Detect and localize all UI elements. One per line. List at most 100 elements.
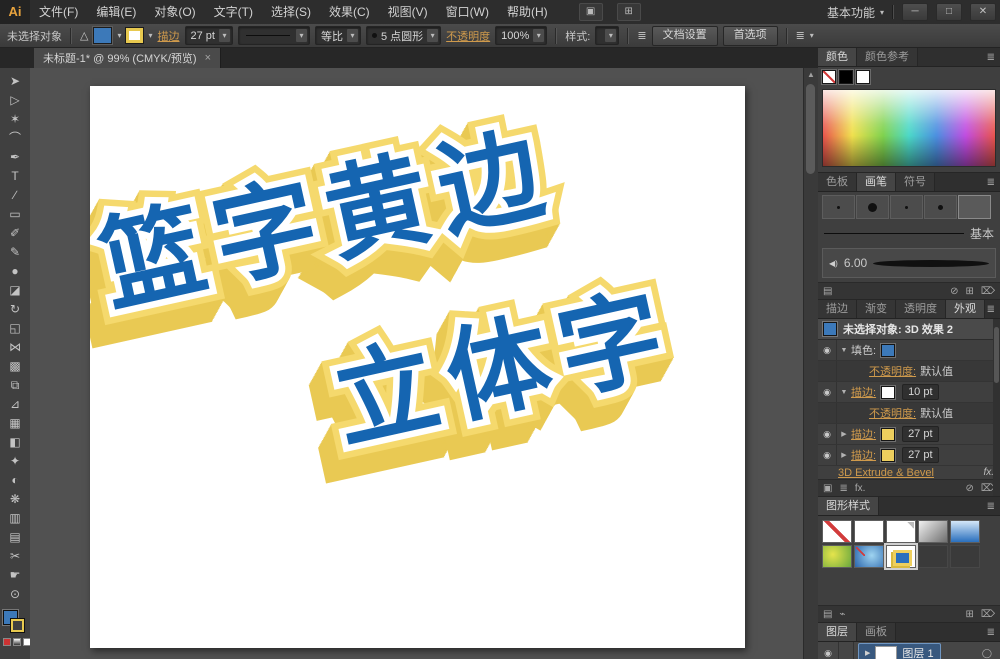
blend-tool[interactable]: ◐ <box>1 471 29 490</box>
menu-item[interactable]: 对象(O) <box>145 0 204 24</box>
stroke-weight-value[interactable]: 10 pt <box>902 384 938 400</box>
graphic-style-empty[interactable] <box>950 545 980 568</box>
stroke-row-link[interactable]: 描边: <box>851 384 876 400</box>
zoom-tool[interactable]: ⊙ <box>1 585 29 604</box>
layer-target-icon[interactable]: ◯ <box>982 648 992 659</box>
white-swatch[interactable] <box>856 70 870 84</box>
stroke-weight-value[interactable]: 27 pt <box>902 447 938 463</box>
panel-menu-icon[interactable]: ≣ <box>987 52 1000 63</box>
stroke-row-swatch[interactable] <box>881 428 895 441</box>
appearance-row-stroke-27pt-a[interactable]: ◉ ▶ 描边: 27 pt <box>818 424 1000 445</box>
canvas-area[interactable]: 篮字黄边篮字黄边篮字黄边篮字黄边篮字黄边篮字黄边篮字黄边篮字黄边篮字黄边篮字黄边… <box>30 68 818 659</box>
add-effect-icon[interactable]: fx. <box>855 483 866 494</box>
document-tab[interactable]: 未标题-1* @ 99% (CMYK/预览) × <box>34 48 221 68</box>
graphic-style-gray-gradient[interactable] <box>918 520 948 543</box>
brush-definition-select[interactable]: 5 点圆形 ▾ <box>366 26 441 45</box>
color-mode-button[interactable] <box>3 638 11 646</box>
duplicate-icon[interactable]: ≣ <box>839 483 847 494</box>
width-tool[interactable]: ⋈ <box>1 338 29 357</box>
panel-menu-icon[interactable]: ≣ <box>987 177 1000 188</box>
visibility-eye-icon[interactable]: ◉ <box>818 424 837 444</box>
menu-item[interactable]: 窗口(W) <box>437 0 498 24</box>
line-segment-tool[interactable]: ∕ <box>1 186 29 205</box>
panel-menu-icon[interactable]: ≣ <box>987 627 1000 638</box>
new-art-icon[interactable]: ▣ <box>823 483 832 494</box>
canvas-text-line1[interactable]: 篮字黄边篮字黄边篮字黄边篮字黄边篮字黄边篮字黄边篮字黄边篮字黄边篮字黄边篮字黄边… <box>91 174 309 326</box>
menu-item[interactable]: 文件(F) <box>30 0 87 24</box>
graphic-style-blue-art[interactable] <box>854 545 884 568</box>
stroke-row-link[interactable]: 描边: <box>851 426 876 442</box>
blob-brush-tool[interactable]: ● <box>1 262 29 281</box>
stroke-weight-value[interactable]: 27 pt <box>902 426 938 442</box>
panel-menu-icon[interactable]: ≣ <box>987 501 1000 512</box>
lasso-tool[interactable]: ⌒ <box>1 129 29 148</box>
shape-builder-tool[interactable]: ⧉ <box>1 376 29 395</box>
remove-brush-stroke-icon[interactable]: ⊘ <box>950 286 958 297</box>
layer-thumbnail[interactable] <box>875 646 897 659</box>
brush-libraries-icon[interactable]: ▤ <box>823 286 832 297</box>
selection-tool[interactable]: ➤ <box>1 72 29 91</box>
gradient-tool[interactable]: ◧ <box>1 433 29 452</box>
artboard-tool[interactable]: ▤ <box>1 528 29 547</box>
clear-appearance-icon[interactable]: ⊘ <box>965 483 973 494</box>
style-libraries-icon[interactable]: ▤ <box>823 609 832 620</box>
brush-3pt[interactable] <box>924 195 957 219</box>
style-select[interactable]: ▾ <box>595 26 619 45</box>
magic-wand-tool[interactable]: ✶ <box>1 110 29 129</box>
pencil-tool[interactable]: ✎ <box>1 243 29 262</box>
rectangle-tool[interactable]: ▭ <box>1 205 29 224</box>
align-icon[interactable]: ≣ <box>637 29 646 42</box>
tab-gradient[interactable]: 渐变 <box>857 300 896 318</box>
layer-row[interactable]: ◉ ▶ 图层 1 ◯ <box>818 642 1000 659</box>
document-setup-button[interactable]: 文档设置 <box>652 26 718 46</box>
menu-item[interactable]: 效果(C) <box>320 0 379 24</box>
gradient-mode-button[interactable] <box>13 638 21 646</box>
appearance-row-fill[interactable]: ◉ ▼ 填色: <box>818 340 1000 361</box>
rotate-tool[interactable]: ↻ <box>1 300 29 319</box>
tab-transparency[interactable]: 透明度 <box>896 300 946 318</box>
graphic-style-none[interactable] <box>822 520 852 543</box>
tab-color-guide[interactable]: 颜色参考 <box>857 48 918 66</box>
visibility-eye-icon[interactable]: ◉ <box>818 340 837 360</box>
appearance-scrollbar[interactable] <box>993 319 1000 496</box>
symbol-sprayer-tool[interactable]: ❋ <box>1 490 29 509</box>
stroke-indicator[interactable] <box>11 619 24 632</box>
width-profile-select[interactable]: 等比 ▾ <box>315 26 361 45</box>
maximize-button[interactable]: □ <box>936 3 962 21</box>
eyedropper-tool[interactable]: ✦ <box>1 452 29 471</box>
tab-symbols[interactable]: 符号 <box>896 173 935 191</box>
variable-width-select[interactable]: ▾ <box>238 26 310 45</box>
scrollbar-thumb[interactable] <box>806 84 815 174</box>
menu-item[interactable]: 编辑(E) <box>87 0 145 24</box>
tab-brushes[interactable]: 画笔 <box>857 173 896 191</box>
effect-link[interactable]: 3D Extrude & Bevel <box>838 467 934 479</box>
direct-selection-tool[interactable]: ▷ <box>1 91 29 110</box>
basic-appearance-icon[interactable]: △ <box>80 29 88 42</box>
vertical-scrollbar[interactable]: ▲ <box>803 68 818 659</box>
menu-item[interactable]: 帮助(H) <box>498 0 557 24</box>
appearance-row-stroke-10pt[interactable]: ◉ ▼ 描边: 10 pt <box>818 382 1000 403</box>
menu-item[interactable]: 视图(V) <box>379 0 437 24</box>
layer-lock-slot[interactable] <box>839 642 854 659</box>
document-layout-icon[interactable]: ⊞ <box>617 3 641 21</box>
column-graph-tool[interactable]: ▥ <box>1 509 29 528</box>
tab-swatches[interactable]: 色板 <box>818 173 857 191</box>
break-link-icon[interactable]: ⌁ <box>839 609 845 620</box>
expand-closed-icon[interactable]: ▶ <box>837 430 851 438</box>
tab-appearance[interactable]: 外观 <box>946 300 985 318</box>
canvas-text-line2[interactable]: 立体字立体字立体字立体字立体字立体字立体字立体字立体字立体字立体字立体字立体字立… <box>324 353 348 462</box>
app-logo[interactable]: Ai <box>0 0 30 24</box>
brush-1pt[interactable] <box>822 195 855 219</box>
stroke-row-swatch[interactable] <box>881 449 895 462</box>
chevron-down-icon[interactable]: ▾ <box>810 31 814 40</box>
graphic-style-blue-gradient[interactable] <box>950 520 980 543</box>
brush-selected[interactable] <box>958 195 991 219</box>
delete-brush-icon[interactable]: ⌦ <box>981 286 995 297</box>
fill-row-swatch[interactable] <box>881 344 895 357</box>
slice-tool[interactable]: ✂ <box>1 547 29 566</box>
arrange-documents-icon[interactable]: ▣ <box>579 3 603 21</box>
menu-item[interactable]: 文字(T) <box>205 0 262 24</box>
mesh-tool[interactable]: ▦ <box>1 414 29 433</box>
visibility-eye-icon[interactable]: ◉ <box>818 445 837 465</box>
panel-menu-icon[interactable]: ≣ <box>796 29 805 42</box>
